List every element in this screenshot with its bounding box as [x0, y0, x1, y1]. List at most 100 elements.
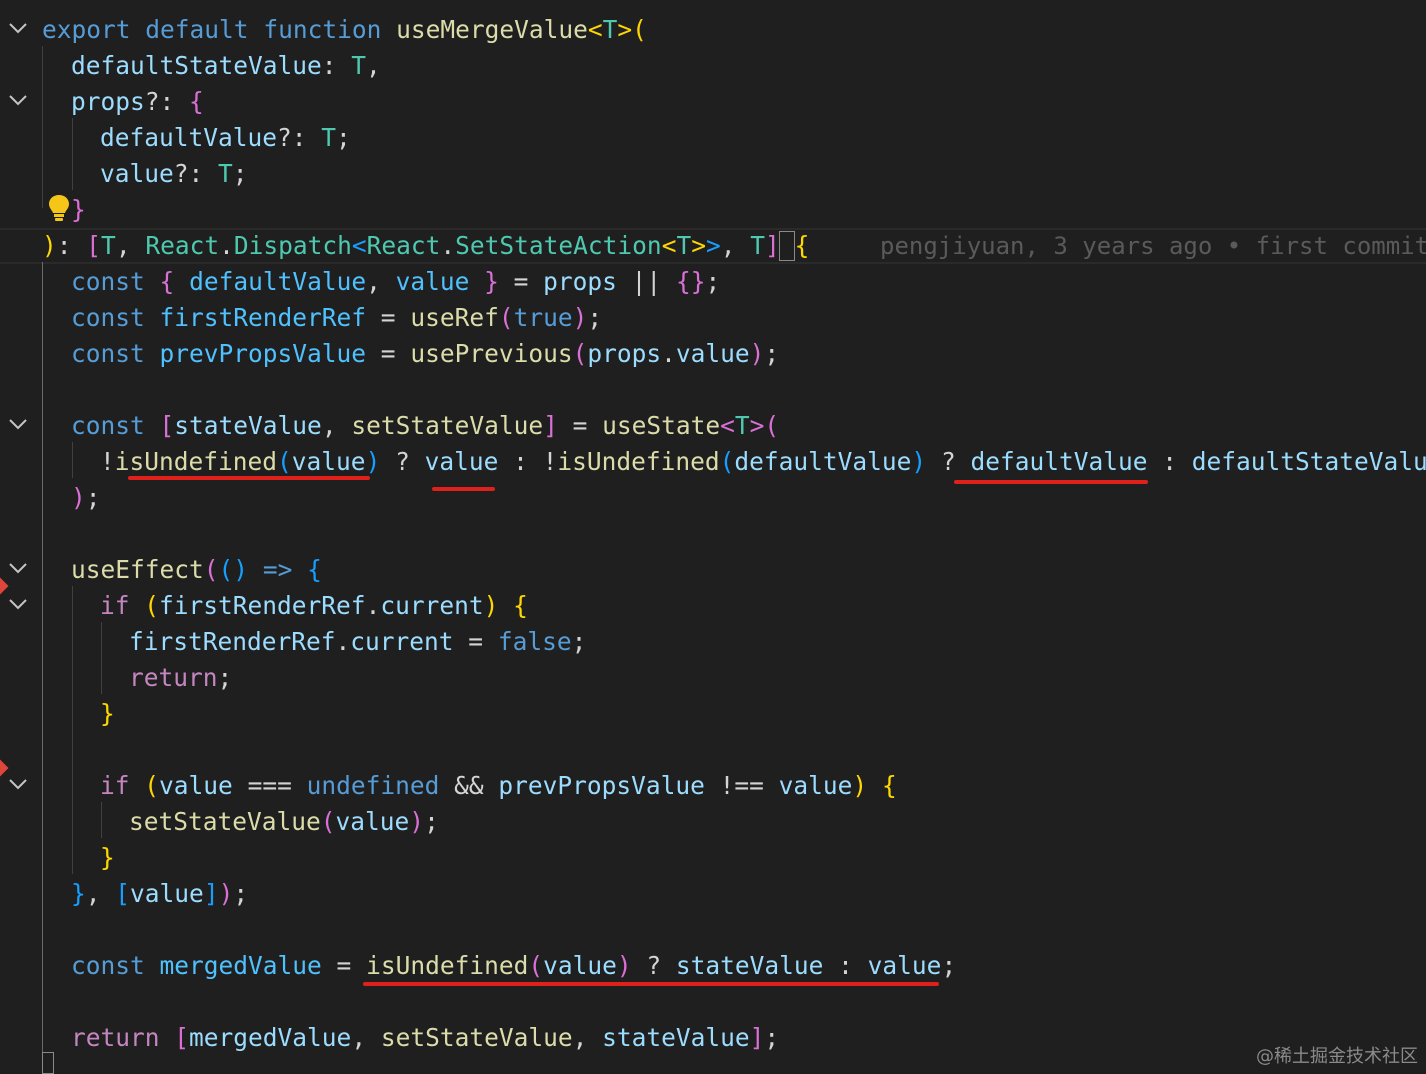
code-line[interactable]	[0, 912, 1426, 948]
code-line[interactable]: setStateValue(value);	[0, 804, 1426, 840]
code-token: !==	[704, 771, 779, 800]
code-line[interactable]: props?: {	[0, 84, 1426, 120]
code-token: ,	[351, 1023, 381, 1052]
code-line[interactable]: const mergedValue = isUndefined(value) ?…	[0, 948, 1426, 984]
code-token: undefined	[306, 771, 440, 800]
code-token: T	[321, 123, 337, 152]
code-token: (	[320, 807, 336, 836]
code-token: defaultValue	[189, 267, 367, 296]
code-line[interactable]	[0, 732, 1426, 768]
code-token: prevPropsValue	[498, 771, 705, 800]
code-token: ]	[203, 879, 219, 908]
fold-chevron-icon[interactable]	[8, 777, 27, 791]
code-token: T	[602, 15, 618, 44]
code-text: }	[100, 842, 115, 874]
code-token: useMergeValue	[396, 15, 588, 44]
code-token: isUndefined	[366, 951, 529, 980]
code-line[interactable]: }	[0, 696, 1426, 732]
code-token: =	[321, 951, 367, 980]
code-line[interactable]: defaultValue?: T;	[0, 120, 1426, 156]
code-token: ?:	[144, 87, 190, 116]
code-token: )	[409, 807, 425, 836]
code-token: ;	[217, 663, 233, 692]
code-token: setStateValue	[129, 807, 321, 836]
code-line[interactable]: if (firstRenderRef.current) {	[0, 588, 1426, 624]
code-token: defaultValue	[734, 447, 912, 476]
code-line[interactable]: const [stateValue, setStateValue] = useS…	[0, 408, 1426, 444]
code-line[interactable]: }, [value]);	[0, 876, 1426, 912]
code-token: T	[101, 231, 116, 260]
code-token: defaultStateValue	[1191, 447, 1426, 476]
indent-guide	[42, 46, 43, 208]
code-token: SetStateAction	[455, 231, 662, 260]
code-line[interactable]: defaultStateValue: T,	[0, 48, 1426, 84]
code-token: ===	[232, 771, 307, 800]
code-token: T	[351, 51, 367, 80]
code-line[interactable]: useEffect(() => {	[0, 552, 1426, 588]
code-token: ?	[380, 447, 425, 476]
fold-chevron-icon[interactable]	[8, 93, 27, 107]
code-token: const	[71, 303, 145, 332]
code-token: .	[440, 231, 456, 260]
code-token: firstRenderRef	[129, 627, 336, 656]
annotation-underline	[363, 982, 939, 986]
code-line[interactable]	[0, 372, 1426, 408]
fold-chevron-icon[interactable]	[8, 417, 27, 431]
code-line[interactable]: const { defaultValue, value } = props ||…	[0, 264, 1426, 300]
code-token: :	[56, 231, 87, 260]
code-line[interactable]: if (value === undefined && prevPropsValu…	[0, 768, 1426, 804]
code-token: setStateValue	[380, 1023, 573, 1052]
code-editor[interactable]: export default function useMergeValue<T>…	[0, 0, 1426, 1074]
code-token: T	[734, 411, 750, 440]
code-token: mergedValue	[189, 1023, 352, 1052]
code-token: {	[794, 231, 810, 260]
code-token: value	[291, 447, 366, 476]
code-token: props	[587, 339, 662, 368]
code-line[interactable]	[0, 516, 1426, 552]
code-line[interactable]: }	[0, 840, 1426, 876]
code-line[interactable]: export default function useMergeValue<T>…	[0, 12, 1426, 48]
code-text: }	[100, 698, 115, 730]
code-token: ,	[366, 51, 381, 80]
code-line[interactable]: return;	[0, 660, 1426, 696]
code-token: ?:	[277, 123, 322, 152]
code-token: current	[350, 627, 454, 656]
code-token: =	[557, 411, 603, 440]
code-token: >	[691, 231, 706, 260]
code-line[interactable]: const prevPropsValue = usePrevious(props…	[0, 336, 1426, 372]
code-token: }	[484, 267, 499, 296]
code-token: <	[587, 15, 603, 44]
code-token: : !	[498, 447, 558, 476]
code-token: firstRenderRef	[159, 591, 366, 620]
code-token: setStateValue	[351, 411, 544, 440]
code-token: [	[174, 1023, 190, 1052]
fold-chevron-icon[interactable]	[8, 597, 27, 611]
code-token: )	[572, 303, 588, 332]
code-line[interactable]: return [mergedValue, setStateValue, stat…	[0, 1020, 1426, 1056]
code-line[interactable]	[0, 984, 1426, 1020]
code-token: ]	[765, 231, 780, 260]
code-line[interactable]: const firstRenderRef = useRef(true);	[0, 300, 1426, 336]
code-text: props?: {	[71, 86, 204, 118]
code-token: )	[852, 771, 868, 800]
code-token: )	[749, 339, 765, 368]
code-line[interactable]: );	[0, 480, 1426, 516]
lightbulb-icon[interactable]	[48, 194, 70, 222]
code-token: React	[145, 231, 220, 260]
code-token: const	[71, 411, 145, 440]
code-line[interactable]: !isUndefined(value) ? value : !isUndefin…	[0, 444, 1426, 480]
code-line[interactable]: firstRenderRef.current = false;	[0, 624, 1426, 660]
code-line[interactable]: value?: T;	[0, 156, 1426, 192]
indent-guide	[101, 802, 102, 838]
fold-chevron-icon[interactable]	[8, 21, 27, 35]
code-text: const prevPropsValue = usePrevious(props…	[71, 338, 779, 370]
code-token: .	[335, 627, 351, 656]
annotation-underline	[432, 487, 495, 491]
fold-chevron-icon[interactable]	[8, 561, 27, 575]
code-line[interactable]: }	[0, 192, 1426, 228]
